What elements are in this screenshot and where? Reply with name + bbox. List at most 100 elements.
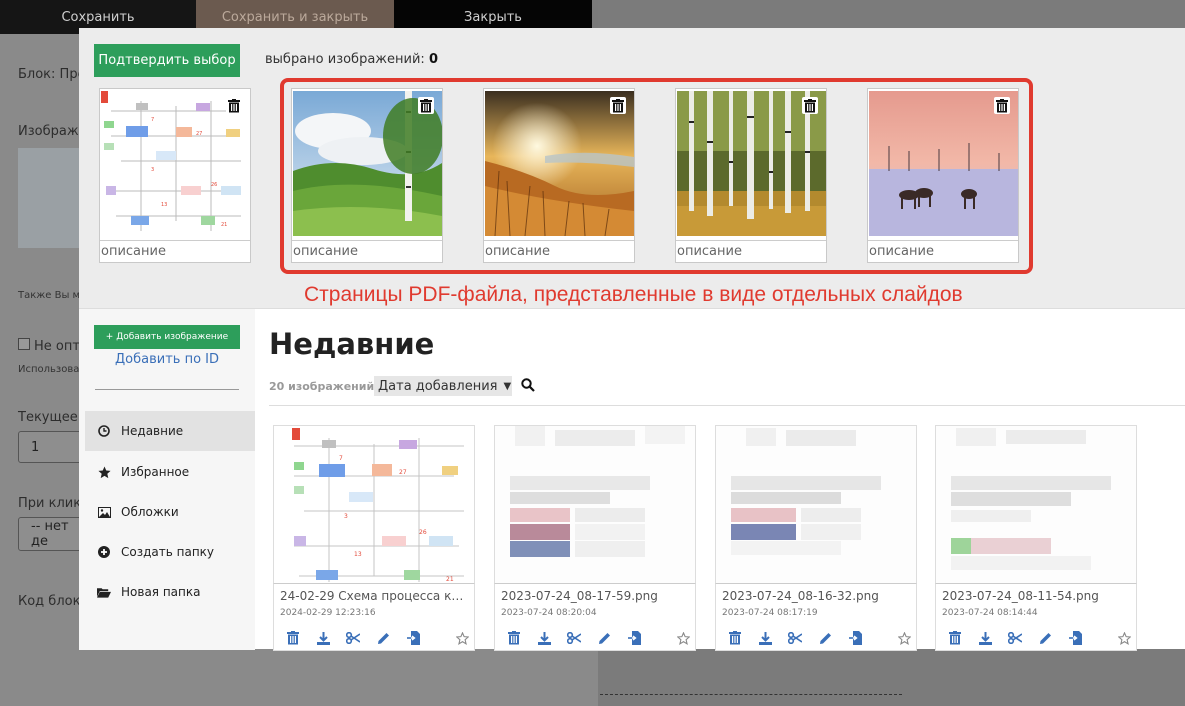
card-filename[interactable]: 2023-07-24_08-16-32.png xyxy=(722,589,912,603)
delete-icon[interactable] xyxy=(720,629,750,647)
download-icon[interactable] xyxy=(308,629,338,647)
download-icon[interactable] xyxy=(750,629,780,647)
svg-text:26: 26 xyxy=(419,529,427,536)
annotation-highlight-frame xyxy=(280,78,1033,274)
selected-count-label: выбрано изображений: xyxy=(265,52,425,67)
block-label: Блок: Пре xyxy=(18,67,86,82)
favorite-star-icon[interactable] xyxy=(452,629,472,647)
card-info: 24-02-29 Схема процесса коп... 2024-02-2… xyxy=(273,583,475,651)
sidebar-item-recent[interactable]: Недавние xyxy=(85,411,255,451)
card-thumbnail[interactable]: 7 27 3 26 21 13 xyxy=(273,425,475,583)
card-info: 2023-07-24_08-11-54.png 2023-07-24 08:14… xyxy=(935,583,1137,651)
images-label: Изображе xyxy=(18,124,87,139)
pencil-icon[interactable] xyxy=(810,629,840,647)
not-optimize-checkbox[interactable] xyxy=(18,338,30,350)
sidebar-item-create-folder[interactable]: Создать папку xyxy=(85,532,255,572)
card-actions xyxy=(720,628,914,648)
svg-text:7: 7 xyxy=(151,117,154,123)
pencil-icon[interactable] xyxy=(589,629,619,647)
card-actions xyxy=(278,628,472,648)
folder-open-icon xyxy=(97,585,111,599)
sort-select[interactable]: Дата добавления ▼ xyxy=(374,376,512,396)
use-text: Использова xyxy=(18,364,80,375)
library-sidebar: + Добавить изображение Добавить по ID Не… xyxy=(79,309,255,650)
pencil-icon[interactable] xyxy=(1030,629,1060,647)
scissors-icon[interactable] xyxy=(559,629,589,647)
sidebar-item-label: Недавние xyxy=(121,424,184,438)
add-by-id-link[interactable]: Добавить по ID xyxy=(79,352,255,367)
card-actions xyxy=(499,628,693,648)
card-thumbnail[interactable] xyxy=(494,425,696,583)
selection-panel: Подтвердить выбор выбрано изображений: 0 xyxy=(79,28,1185,309)
svg-text:27: 27 xyxy=(196,131,202,137)
block-image-thumbnail[interactable] xyxy=(18,148,80,248)
delete-icon[interactable] xyxy=(940,629,970,647)
also-text: Также Вы мо xyxy=(18,290,87,301)
download-icon[interactable] xyxy=(529,629,559,647)
confirm-selection-button[interactable]: Подтвердить выбор xyxy=(94,44,240,77)
file-import-icon[interactable] xyxy=(1060,629,1090,647)
selected-count: выбрано изображений: 0 xyxy=(265,52,438,67)
current-input[interactable]: 1 xyxy=(18,431,88,463)
selected-count-value: 0 xyxy=(428,52,438,67)
trash-icon[interactable] xyxy=(226,97,242,114)
sidebar-item-favorites[interactable]: Избранное xyxy=(85,452,255,492)
plus-circle-icon xyxy=(97,545,111,559)
image-card[interactable]: 7 27 3 26 21 13 24-02-29 Схема процесса коп.… xyxy=(273,425,475,651)
add-image-button[interactable]: + Добавить изображение xyxy=(94,325,240,349)
canvas-divider xyxy=(600,694,902,695)
sidebar-item-new-folder[interactable]: Новая папка xyxy=(85,572,255,612)
svg-text:26: 26 xyxy=(211,182,217,188)
svg-text:3: 3 xyxy=(344,513,348,520)
scissors-icon[interactable] xyxy=(780,629,810,647)
file-import-icon[interactable] xyxy=(840,629,870,647)
image-card[interactable]: 2023-07-24_08-16-32.png 2023-07-24 08:17… xyxy=(715,425,917,651)
card-info: 2023-07-24_08-16-32.png 2023-07-24 08:17… xyxy=(715,583,917,651)
download-icon[interactable] xyxy=(970,629,1000,647)
svg-text:13: 13 xyxy=(354,551,362,558)
annotation-caption: Страницы PDF-файла, представленные в вид… xyxy=(304,283,963,306)
card-thumbnail[interactable] xyxy=(935,425,1137,583)
scissors-icon[interactable] xyxy=(338,629,368,647)
card-date: 2023-07-24 08:14:44 xyxy=(942,608,1038,618)
library-content: Недавние 20 изображений Дата добавления … xyxy=(255,309,1185,651)
sidebar-item-label: Новая папка xyxy=(121,585,201,599)
card-actions xyxy=(940,628,1134,648)
sidebar-item-covers[interactable]: Обложки xyxy=(85,492,255,532)
delete-icon[interactable] xyxy=(499,629,529,647)
scissors-icon[interactable] xyxy=(1000,629,1030,647)
card-filename[interactable]: 24-02-29 Схема процесса коп... xyxy=(280,589,470,603)
svg-text:13: 13 xyxy=(161,202,167,208)
card-filename[interactable]: 2023-07-24_08-11-54.png xyxy=(942,589,1132,603)
image-library: + Добавить изображение Добавить по ID Не… xyxy=(79,308,1185,651)
svg-text:3: 3 xyxy=(151,167,154,173)
image-card[interactable]: 2023-07-24_08-11-54.png 2023-07-24 08:14… xyxy=(935,425,1137,651)
page-title: Недавние xyxy=(269,327,435,361)
card-filename[interactable]: 2023-07-24_08-17-59.png xyxy=(501,589,691,603)
delete-icon[interactable] xyxy=(278,629,308,647)
svg-text:21: 21 xyxy=(221,222,227,228)
sidebar-item-label: Избранное xyxy=(121,465,190,479)
card-date: 2024-02-29 12:23:16 xyxy=(280,608,376,618)
favorite-star-icon[interactable] xyxy=(1114,629,1134,647)
image-icon xyxy=(97,505,111,519)
card-info: 2023-07-24_08-17-59.png 2023-07-24 08:20… xyxy=(494,583,696,651)
favorite-star-icon[interactable] xyxy=(673,629,693,647)
sidebar-divider xyxy=(95,389,239,390)
star-icon xyxy=(97,465,111,479)
search-icon[interactable] xyxy=(521,378,535,396)
chevron-down-icon: ▼ xyxy=(503,380,512,392)
sidebar-item-label: Обложки xyxy=(121,505,179,519)
card-thumbnail[interactable] xyxy=(715,425,917,583)
pencil-icon[interactable] xyxy=(368,629,398,647)
clock-icon xyxy=(97,424,111,438)
selected-slide[interactable]: 7 27 3 26 21 13 описание xyxy=(99,88,251,263)
file-import-icon[interactable] xyxy=(619,629,649,647)
favorite-star-icon[interactable] xyxy=(894,629,914,647)
image-count: 20 изображений xyxy=(269,380,375,393)
file-import-icon[interactable] xyxy=(398,629,428,647)
image-card[interactable]: 2023-07-24_08-17-59.png 2023-07-24 08:20… xyxy=(494,425,696,651)
slide-description-input[interactable]: описание xyxy=(100,240,250,262)
svg-text:7: 7 xyxy=(339,455,343,462)
on-click-select[interactable]: -- нет де xyxy=(18,517,88,551)
